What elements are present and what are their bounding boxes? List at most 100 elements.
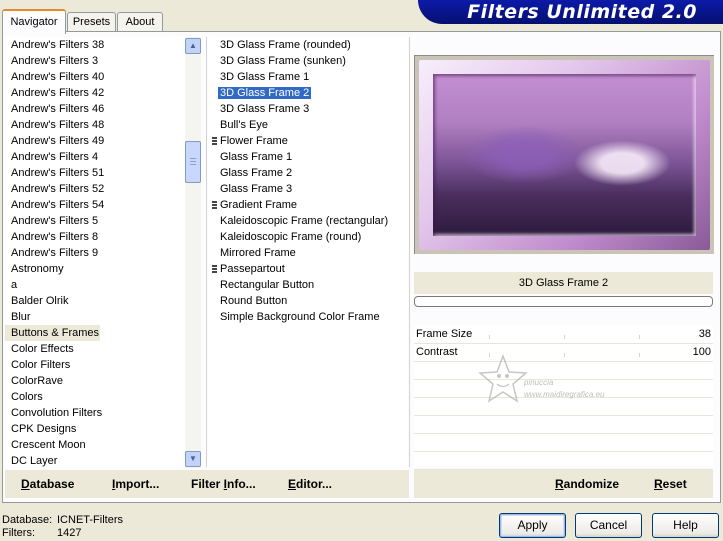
category-item[interactable]: Andrew's Filters 46 (5, 101, 185, 117)
filter-item[interactable]: Flower Frame (208, 133, 408, 149)
param-value: 38 (698, 328, 711, 340)
category-item[interactable]: Andrew's Filters 51 (5, 165, 185, 181)
filter-item[interactable]: Bull's Eye (208, 117, 408, 133)
category-item[interactable]: Crescent Moon (5, 437, 185, 453)
filter-item[interactable]: Kaleidoscopic Frame (round) (208, 229, 408, 245)
filter-item[interactable]: 3D Glass Frame 2 (208, 85, 408, 101)
category-item[interactable]: Andrew's Filters 52 (5, 181, 185, 197)
chevron-up-icon[interactable]: ▲ (185, 38, 201, 54)
filter-info-button[interactable]: Filter Info... (191, 477, 256, 491)
cancel-button[interactable]: Cancel (575, 513, 642, 538)
filter-label: 3D Glass Frame 3 (220, 103, 310, 115)
filter-item[interactable]: Simple Background Color Frame (208, 309, 408, 325)
parameters-panel: Frame Size 38 Contrast 100 (414, 326, 713, 470)
filter-item[interactable]: Passepartout (208, 261, 408, 277)
filter-label: 3D Glass Frame 1 (220, 71, 310, 83)
filter-label: Mirrored Frame (220, 247, 296, 259)
param-slider-track[interactable] (489, 352, 673, 357)
editor-button[interactable]: Editor... (288, 477, 332, 491)
param-row-frame-size[interactable]: Frame Size 38 (414, 326, 713, 344)
randomize-button[interactable]: Randomize (555, 477, 619, 491)
filter-item[interactable]: Glass Frame 3 (208, 181, 408, 197)
filter-label: Round Button (220, 295, 288, 307)
filter-item[interactable]: Mirrored Frame (208, 245, 408, 261)
filter-label: Kaleidoscopic Frame (round) (220, 231, 362, 243)
filter-label: Glass Frame 2 (220, 167, 293, 179)
category-item[interactable]: Andrew's Filters 40 (5, 69, 185, 85)
param-row-empty (414, 380, 713, 398)
category-item[interactable]: Color Effects (5, 341, 185, 357)
preview-glass-frame (419, 60, 710, 250)
filter-item[interactable]: 3D Glass Frame 1 (208, 69, 408, 85)
filter-label: Passepartout (220, 263, 285, 275)
preview-image (433, 74, 696, 236)
param-slider-track[interactable] (489, 334, 673, 339)
category-item[interactable]: Colors (5, 389, 185, 405)
category-scrollbar[interactable]: ▲ ▼ (185, 37, 201, 468)
tab-navigator[interactable]: Navigator (2, 9, 66, 34)
category-item[interactable]: a (5, 277, 185, 293)
category-item[interactable]: Andrew's Filters 49 (5, 133, 185, 149)
filter-label: Flower Frame (220, 135, 288, 147)
param-value: 100 (692, 346, 711, 358)
filter-item[interactable]: Kaleidoscopic Frame (rectangular) (208, 213, 408, 229)
category-item[interactable]: Andrew's Filters 42 (5, 85, 185, 101)
filter-label: 3D Glass Frame (rounded) (220, 39, 351, 51)
param-label: Frame Size (416, 328, 473, 340)
filter-label: Simple Background Color Frame (220, 311, 380, 323)
filter-label: Rectangular Button (220, 279, 315, 291)
database-button[interactable]: Database (21, 477, 74, 491)
filter-item[interactable]: Glass Frame 2 (208, 165, 408, 181)
divider (409, 37, 410, 467)
filter-label: Gradient Frame (220, 199, 298, 211)
filter-item[interactable]: 3D Glass Frame (rounded) (208, 37, 408, 53)
filter-label: Bull's Eye (220, 119, 268, 131)
chevron-down-icon[interactable]: ▼ (185, 451, 201, 467)
import-button[interactable]: Import... (112, 477, 159, 491)
reset-button[interactable]: Reset (654, 477, 687, 491)
filter-label: 3D Glass Frame 2 (218, 87, 312, 99)
category-item[interactable]: Andrew's Filters 9 (5, 245, 185, 261)
category-item[interactable]: Convolution Filters (5, 405, 185, 421)
divider (206, 37, 207, 467)
help-button[interactable]: Help (652, 513, 719, 538)
filter-item[interactable]: 3D Glass Frame 3 (208, 101, 408, 117)
category-item[interactable]: Andrew's Filters 4 (5, 149, 185, 165)
category-list[interactable]: Andrew's Filters 38 Andrew's Filters 3 And… (5, 37, 185, 467)
category-item[interactable]: ColorRave (5, 373, 185, 389)
filter-item[interactable]: Round Button (208, 293, 408, 309)
param-row-empty (414, 416, 713, 434)
category-item[interactable]: CPK Designs (5, 421, 185, 437)
category-item[interactable]: Blur (5, 309, 185, 325)
category-item[interactable]: Balder Olrik (5, 293, 185, 309)
filter-label: Kaleidoscopic Frame (rectangular) (220, 215, 389, 227)
status-database: Database: ICNET-Filters (2, 514, 123, 526)
right-toolbar: Randomize Reset (414, 470, 713, 498)
param-row-empty (414, 398, 713, 416)
category-item[interactable]: Andrew's Filters 5 (5, 213, 185, 229)
tab-presets[interactable]: Presets (67, 12, 116, 32)
filter-item[interactable]: Rectangular Button (208, 277, 408, 293)
category-item[interactable]: Andrew's Filters 54 (5, 197, 185, 213)
param-row-contrast[interactable]: Contrast 100 (414, 344, 713, 362)
status-filters: Filters: 1427 (2, 527, 82, 539)
apply-button[interactable]: Apply (499, 513, 566, 538)
param-row-empty (414, 362, 713, 380)
tab-about[interactable]: About (117, 12, 163, 32)
param-row-empty (414, 452, 713, 470)
category-item[interactable]: Color Filters (5, 357, 185, 373)
filter-item[interactable]: 3D Glass Frame (sunken) (208, 53, 408, 69)
category-item[interactable]: DC Layer (5, 453, 185, 467)
filter-item[interactable]: Gradient Frame (208, 197, 408, 213)
filter-list[interactable]: 3D Glass Frame (rounded) 3D Glass Frame (… (208, 37, 408, 467)
scrollbar-thumb[interactable] (185, 141, 201, 183)
category-item[interactable]: Buttons & Frames (5, 325, 100, 341)
banner-title: Filters Unlimited 2.0 (467, 1, 697, 23)
param-row-empty (414, 434, 713, 452)
category-item[interactable]: Andrew's Filters 8 (5, 229, 185, 245)
filter-item[interactable]: Glass Frame 1 (208, 149, 408, 165)
category-item[interactable]: Andrew's Filters 48 (5, 117, 185, 133)
category-item[interactable]: Andrew's Filters 3 (5, 53, 185, 69)
category-item[interactable]: Andrew's Filters 38 (5, 37, 185, 53)
category-item[interactable]: Astronomy (5, 261, 185, 277)
